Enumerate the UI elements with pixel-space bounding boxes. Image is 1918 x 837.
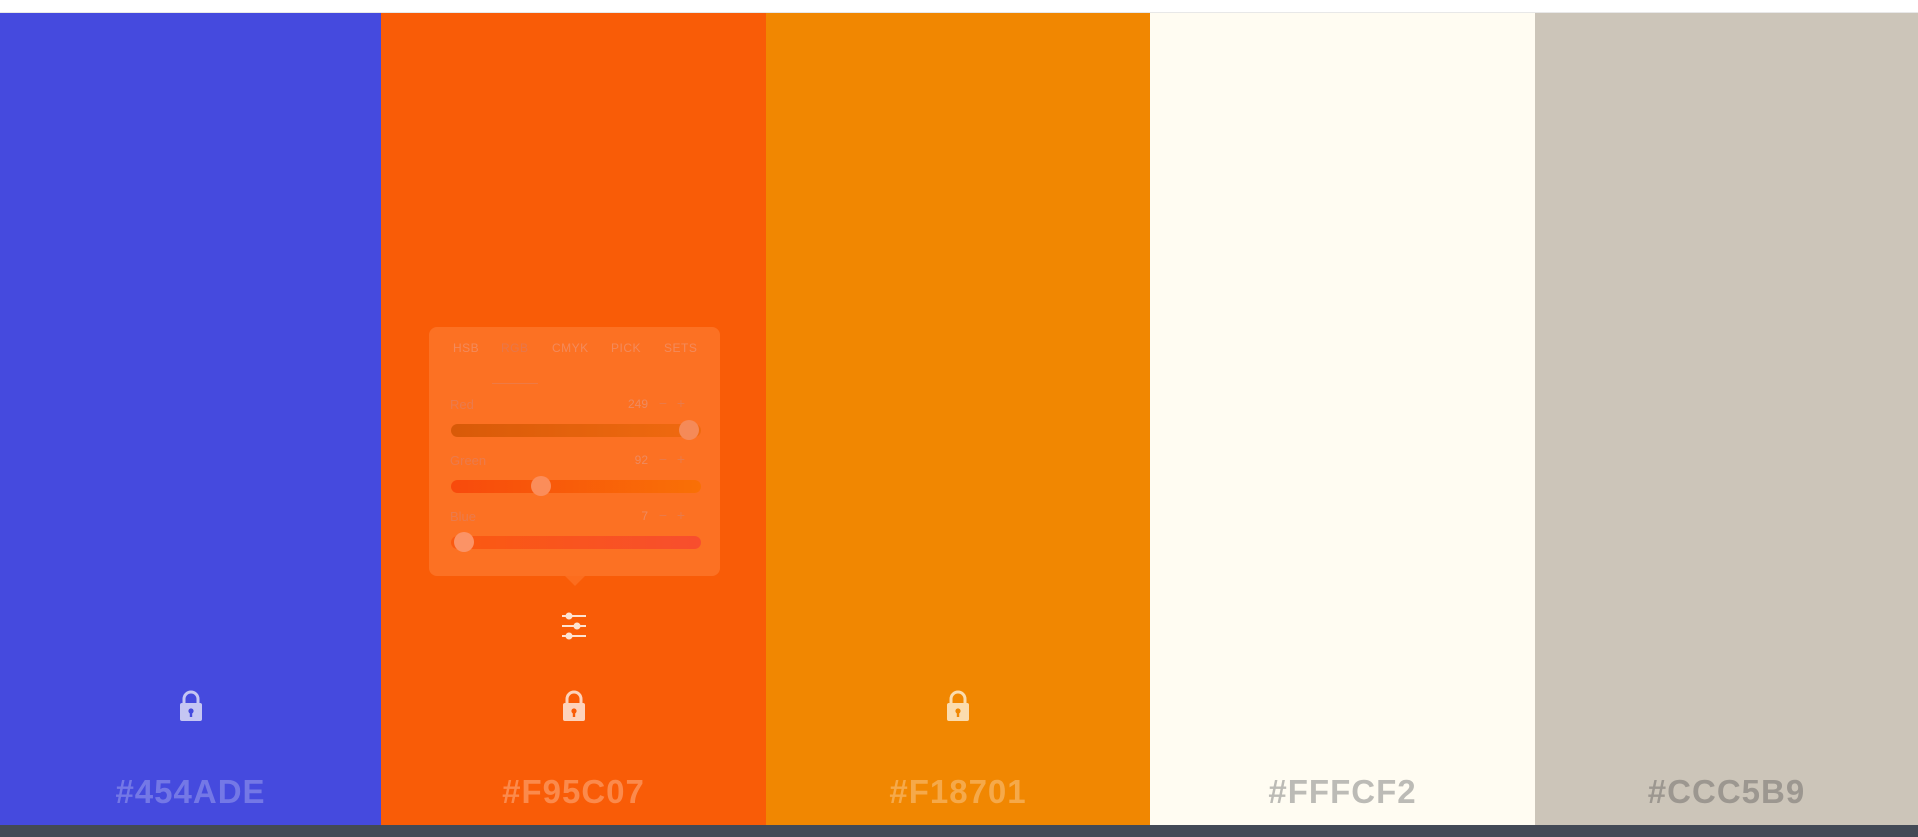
tab-hsb[interactable]: HSB bbox=[453, 341, 479, 355]
hex-code[interactable]: #F18701 bbox=[766, 773, 1150, 811]
palette: #454ADE #F95C07 #F18701 #FFFCF2 #CCC5B9 bbox=[0, 13, 1918, 825]
lock-keyhole-stem bbox=[189, 712, 192, 717]
green-slider[interactable] bbox=[451, 476, 701, 496]
blue-increment-button[interactable]: + bbox=[674, 507, 688, 523]
red-decrement-button[interactable]: − bbox=[656, 395, 670, 411]
tab-cmyk[interactable]: CMYK bbox=[552, 341, 589, 355]
lock-shackle bbox=[949, 690, 967, 704]
lock-keyhole-stem bbox=[956, 712, 960, 717]
sliders-icon[interactable] bbox=[559, 609, 589, 643]
lock-icon[interactable] bbox=[944, 689, 972, 723]
tab-rgb[interactable]: RGB bbox=[501, 341, 529, 355]
red-slider[interactable] bbox=[451, 420, 701, 440]
green-value[interactable]: 92 bbox=[635, 453, 648, 467]
green-slider-thumb[interactable] bbox=[531, 476, 552, 496]
bottom-bar bbox=[0, 825, 1918, 837]
lock-keyhole-stem bbox=[572, 712, 575, 717]
blue-slider-thumb[interactable] bbox=[453, 532, 474, 552]
red-increment-button[interactable]: + bbox=[674, 395, 688, 411]
green-increment-button[interactable]: + bbox=[674, 451, 688, 467]
blue-label: Blue bbox=[450, 509, 477, 524]
red-label: Red bbox=[450, 397, 474, 412]
color-adjust-panel: HSB RGB CMYK PICK SETS Red 249 − + Green… bbox=[429, 327, 720, 586]
adjust-tabs: HSB RGB CMYK PICK SETS bbox=[429, 341, 720, 384]
lock-icon[interactable] bbox=[560, 689, 588, 723]
lock-icon[interactable] bbox=[177, 689, 205, 723]
swatch-3[interactable]: #F18701 bbox=[766, 13, 1150, 825]
blue-value[interactable]: 7 bbox=[641, 509, 648, 523]
hex-code[interactable]: #454ADE bbox=[0, 773, 381, 811]
red-slider-thumb[interactable] bbox=[678, 420, 699, 440]
blue-decrement-button[interactable]: − bbox=[656, 507, 670, 523]
green-decrement-button[interactable]: − bbox=[656, 451, 670, 467]
red-value[interactable]: 249 bbox=[628, 397, 648, 411]
hex-code[interactable]: #FFFCF2 bbox=[1150, 773, 1535, 811]
tab-sets[interactable]: SETS bbox=[664, 341, 697, 355]
lock-shackle bbox=[182, 690, 199, 704]
tab-pick[interactable]: PICK bbox=[611, 341, 641, 355]
green-label: Green bbox=[450, 453, 487, 468]
swatch-5[interactable]: #CCC5B9 bbox=[1535, 13, 1918, 825]
top-bar bbox=[0, 0, 1918, 13]
blue-slider[interactable] bbox=[451, 532, 701, 552]
lock-shackle bbox=[565, 690, 582, 704]
swatch-4[interactable]: #FFFCF2 bbox=[1150, 13, 1535, 825]
swatch-1[interactable]: #454ADE bbox=[0, 13, 381, 825]
hex-code[interactable]: #F95C07 bbox=[381, 773, 766, 811]
hex-code[interactable]: #CCC5B9 bbox=[1535, 773, 1918, 811]
active-tab-indicator bbox=[492, 383, 538, 384]
